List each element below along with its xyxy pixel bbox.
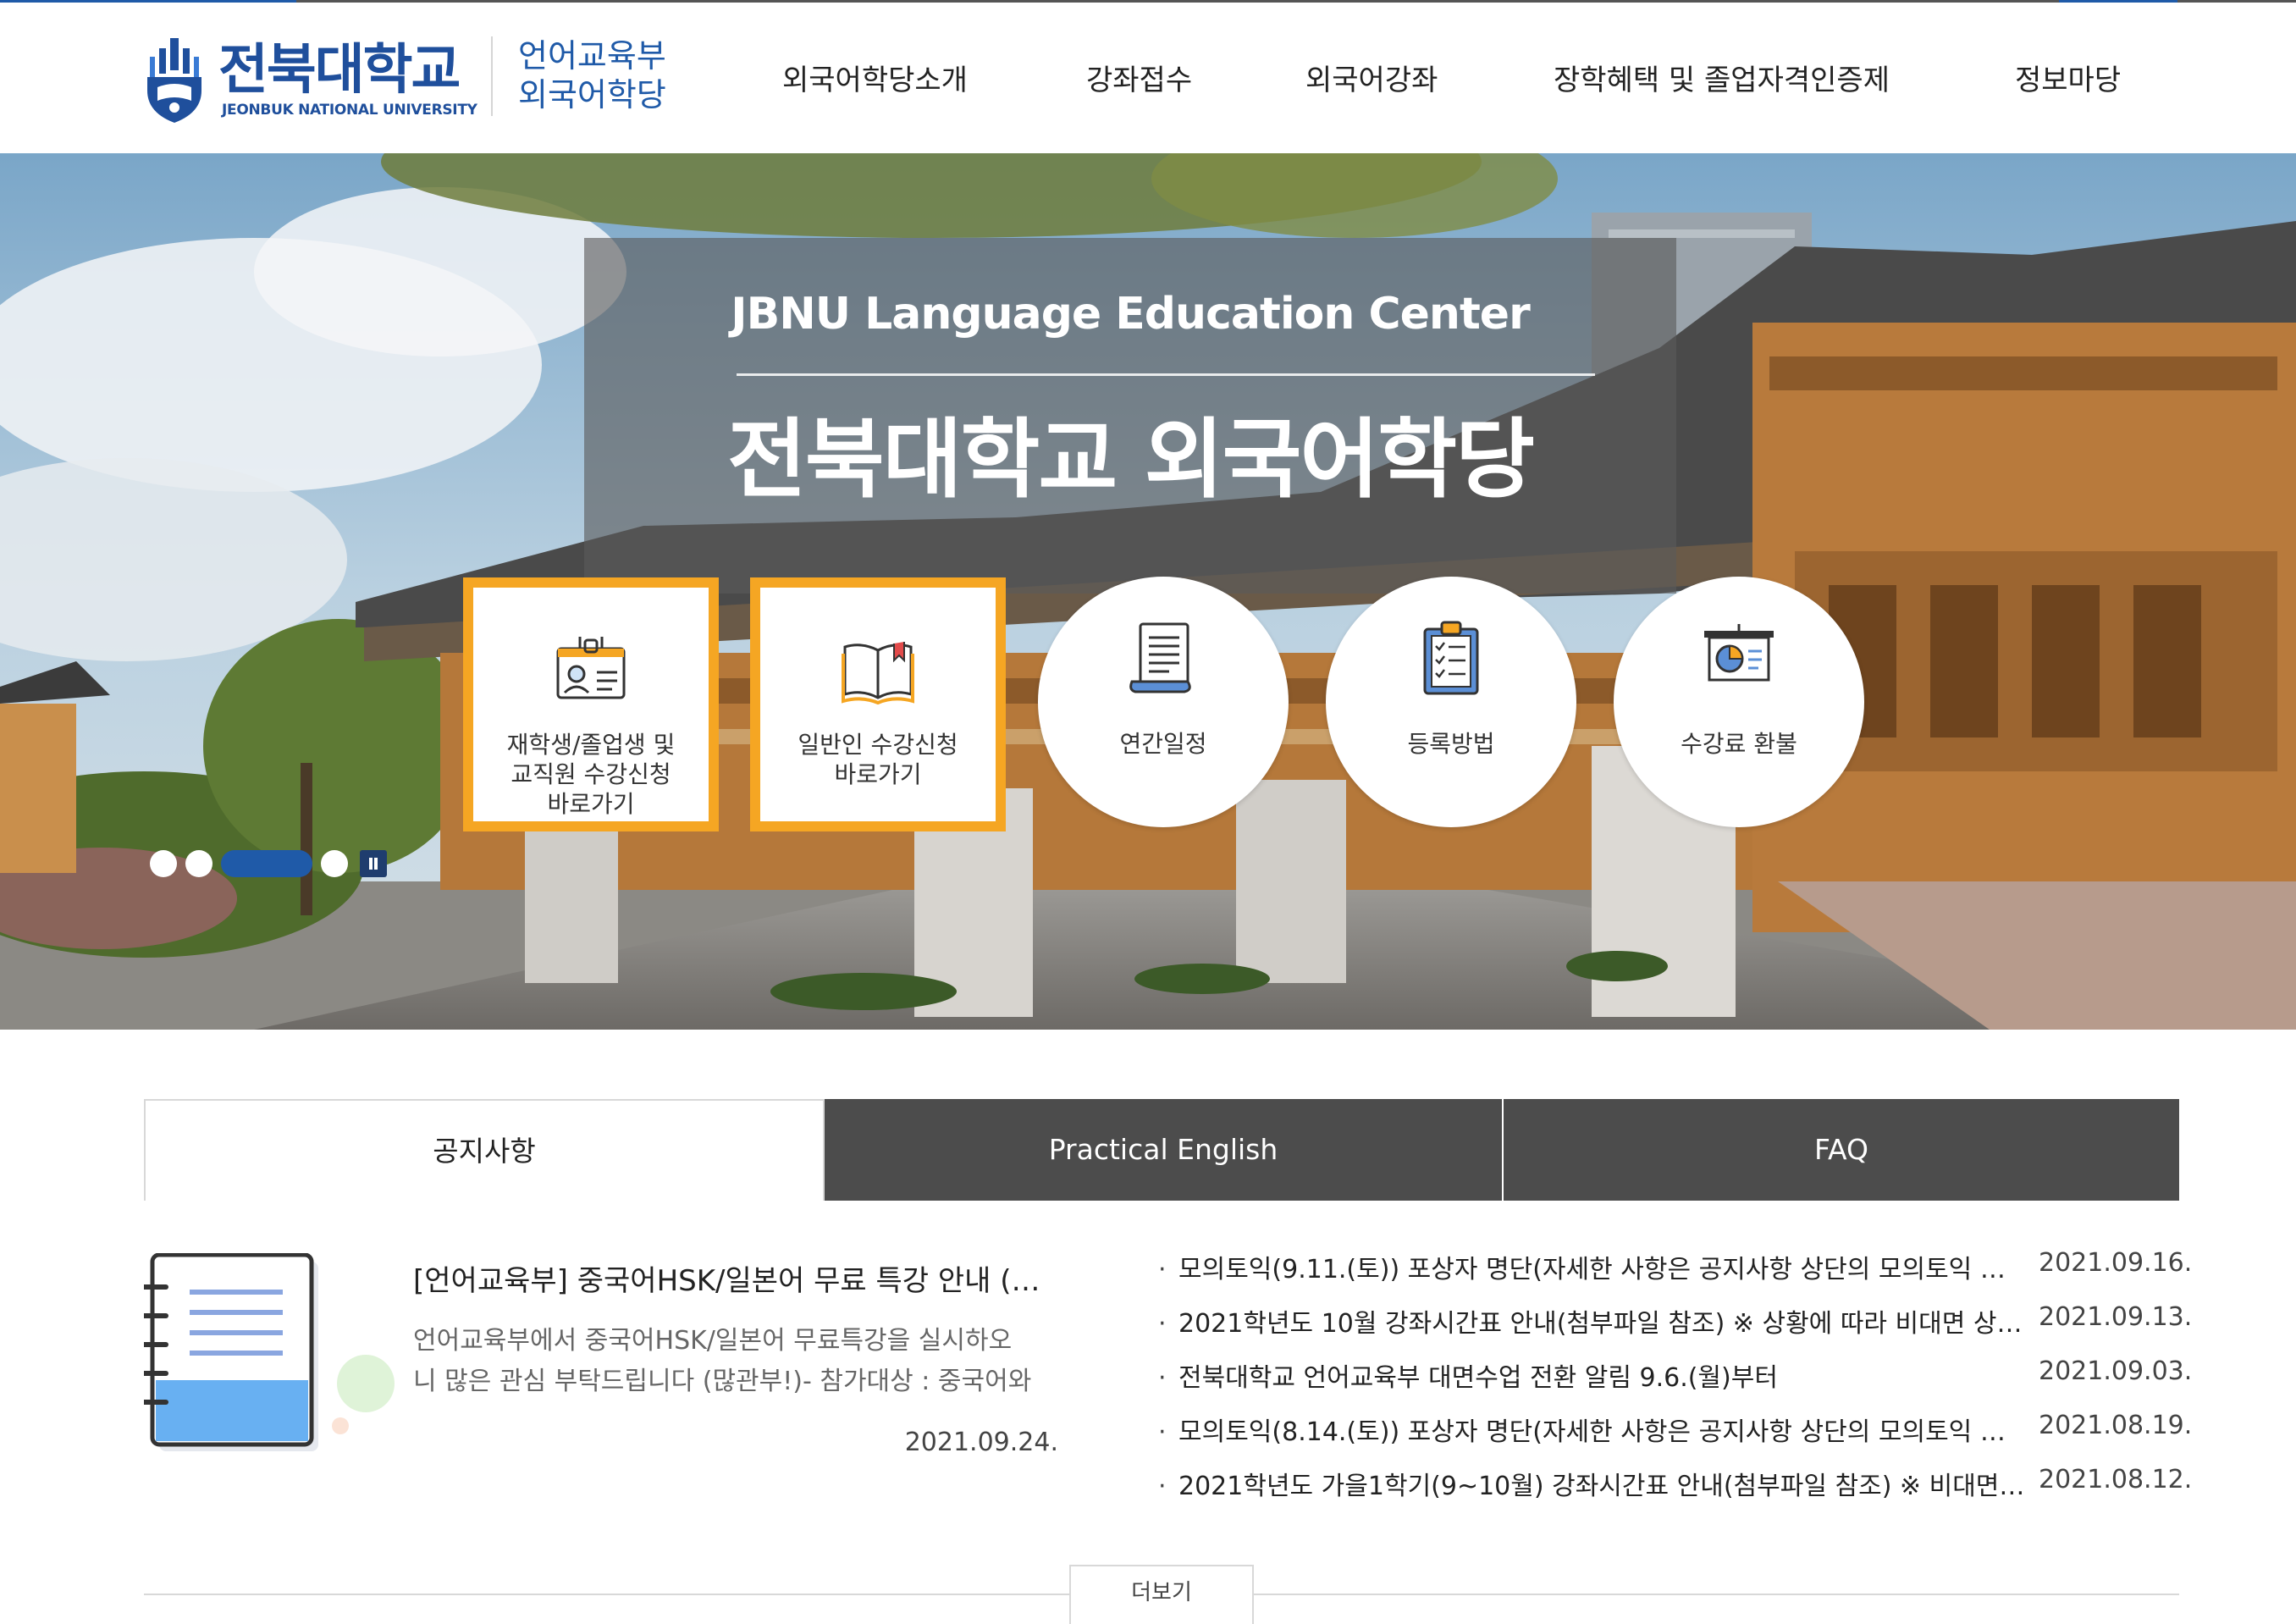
quick-link-label: 연간일정 [1038, 729, 1289, 760]
quick-link-label: 등록방법 [1326, 729, 1576, 760]
bullet: · [1158, 1472, 1167, 1501]
quick-link-label: 수강료 환불 [1614, 729, 1864, 760]
list-item[interactable]: · 모의토익(9.11.(토)) 포상자 명단(자세한 사항은 공지사항 상단의… [1158, 1248, 2192, 1289]
quick-link-label-line: 바로가기 [834, 760, 922, 788]
slider-dot-active[interactable] [221, 850, 312, 877]
notice-date: 2021.09.03. [2039, 1356, 2193, 1386]
notice-date: 2021.08.12. [2039, 1465, 2193, 1494]
featured-desc-line: 언어교육부에서 중국어HSK/일본어 무료특강을 실시하오 [413, 1326, 1013, 1356]
nav-item-intro[interactable]: 외국어학당소개 [782, 64, 968, 97]
department-title[interactable]: 언어교육부 외국어학당 [518, 36, 666, 114]
slider-pause-button[interactable] [360, 850, 387, 877]
hero-title: 전북대학교 외국어학당 [727, 410, 1535, 511]
tab-practical-english[interactable]: Practical English [825, 1099, 1502, 1201]
clipboard-checklist-icon [1423, 621, 1479, 695]
list-item[interactable]: · 2021학년도 10월 강좌시간표 안내(첨부파일 참조) ※ 상황에 따라… [1158, 1302, 2192, 1343]
notice-date: 2021.09.13. [2039, 1302, 2193, 1332]
site-header: 전북대학교 JEONBUK NATIONAL UNIVERSITY 언어교육부 … [0, 3, 2296, 153]
presentation-board-icon [1704, 624, 1774, 682]
department-line-1: 언어교육부 [518, 37, 666, 75]
open-book-icon [842, 642, 914, 705]
quick-link-student-registration[interactable]: 재학생/졸업생 및 교직원 수강신청 바로가기 [463, 577, 719, 831]
id-badge-icon [556, 637, 626, 699]
nav-item-scholarship[interactable]: 장학혜택 및 졸업자격인증제 [1554, 64, 1890, 97]
university-logo[interactable]: 전북대학교 JEONBUK NATIONAL UNIVERSITY [144, 36, 477, 130]
notebook-icon [144, 1253, 395, 1451]
board-tabs: 공지사항 Practical English FAQ [144, 1099, 2179, 1201]
university-name-korean: 전북대학교 [218, 39, 461, 102]
slider-dot[interactable] [150, 850, 177, 877]
notice-title[interactable]: 2021학년도 10월 강좌시간표 안내(첨부파일 참조) ※ 상황에 따라 비… [1178, 1306, 2025, 1343]
quick-link-label: 재학생/졸업생 및 교직원 수강신청 바로가기 [473, 730, 709, 819]
notice-title[interactable]: 모의토익(9.11.(토)) 포상자 명단(자세한 사항은 공지사항 상단의 모… [1178, 1251, 2025, 1289]
bullet: · [1158, 1417, 1167, 1447]
hero-title-panel: JBNU Language Education Center 전북대학교 외국어… [584, 238, 1676, 594]
notice-date: 2021.09.16. [2039, 1248, 2193, 1278]
featured-notice-description: 언어교육부에서 중국어HSK/일본어 무료특강을 실시하오 니 많은 관심 부탁… [413, 1321, 1073, 1402]
quick-link-enrollment-method[interactable]: 등록방법 [1326, 577, 1576, 827]
quick-link-label: 일반인 수강신청 바로가기 [760, 730, 996, 789]
nav-item-info[interactable]: 정보마당 [2015, 64, 2121, 97]
list-item[interactable]: · 모의토익(8.14.(토)) 포상자 명단(자세한 사항은 공지사항 상단의… [1158, 1411, 2192, 1451]
slider-dot[interactable] [321, 850, 348, 877]
featured-notice-date: 2021.09.24. [904, 1428, 1058, 1457]
bullet: · [1158, 1309, 1167, 1339]
quick-link-label-line: 교직원 수강신청 [511, 760, 671, 788]
university-emblem-icon [147, 38, 201, 123]
bullet: · [1158, 1363, 1167, 1393]
document-scroll-icon [1129, 622, 1191, 693]
nav-item-courses[interactable]: 외국어강좌 [1305, 64, 1438, 97]
bullet: · [1158, 1255, 1167, 1284]
notice-title[interactable]: 전북대학교 언어교육부 대면수업 전환 알림 9.6.(월)부터 [1178, 1360, 2025, 1397]
hero-subtitle: JBNU Language Education Center [731, 289, 1530, 340]
quick-link-label-line: 연간일정 [1119, 730, 1207, 758]
university-name-english: JEONBUK NATIONAL UNIVERSITY [222, 102, 477, 119]
department-line-2: 외국어학당 [518, 76, 666, 113]
tab-notices[interactable]: 공지사항 [144, 1099, 825, 1201]
list-item[interactable]: · 2021학년도 가을1학기(9~10월) 강좌시간표 안내(첨부파일 참조)… [1158, 1465, 2192, 1505]
quick-link-label-line: 등록방법 [1407, 730, 1495, 758]
logo-divider [491, 36, 493, 116]
notice-date: 2021.08.19. [2039, 1411, 2193, 1440]
hero-divider [737, 373, 1595, 376]
nav-item-registration[interactable]: 강좌접수 [1086, 64, 1192, 97]
featured-notice-title[interactable]: [언어교육부] 중국어HSK/일본어 무료 특강 안내 (온... [413, 1263, 1065, 1299]
quick-link-annual-schedule[interactable]: 연간일정 [1038, 577, 1289, 827]
slider-dot[interactable] [185, 850, 212, 877]
hero-banner: JBNU Language Education Center 전북대학교 외국어… [0, 153, 2296, 1030]
notice-title[interactable]: 모의토익(8.14.(토)) 포상자 명단(자세한 사항은 공지사항 상단의 모… [1178, 1414, 2025, 1451]
quick-link-tuition-refund[interactable]: 수강료 환불 [1614, 577, 1864, 827]
notice-title[interactable]: 2021학년도 가을1학기(9~10월) 강좌시간표 안내(첨부파일 참조) ※… [1178, 1468, 2025, 1505]
quick-link-public-registration[interactable]: 일반인 수강신청 바로가기 [750, 577, 1006, 831]
featured-desc-line: 니 많은 관심 부탁드립니다 (많관부!)- 참가대상 : 중국어와 [413, 1367, 1032, 1396]
quick-link-label-line: 수강료 환불 [1681, 730, 1797, 758]
tab-faq[interactable]: FAQ [1504, 1099, 2179, 1201]
quick-link-label-line: 재학생/졸업생 및 [506, 731, 676, 759]
quick-link-label-line: 일반인 수강신청 [798, 731, 958, 759]
list-item[interactable]: · 전북대학교 언어교육부 대면수업 전환 알림 9.6.(월)부터 2021.… [1158, 1356, 2192, 1397]
quick-link-label-line: 바로가기 [547, 790, 635, 818]
